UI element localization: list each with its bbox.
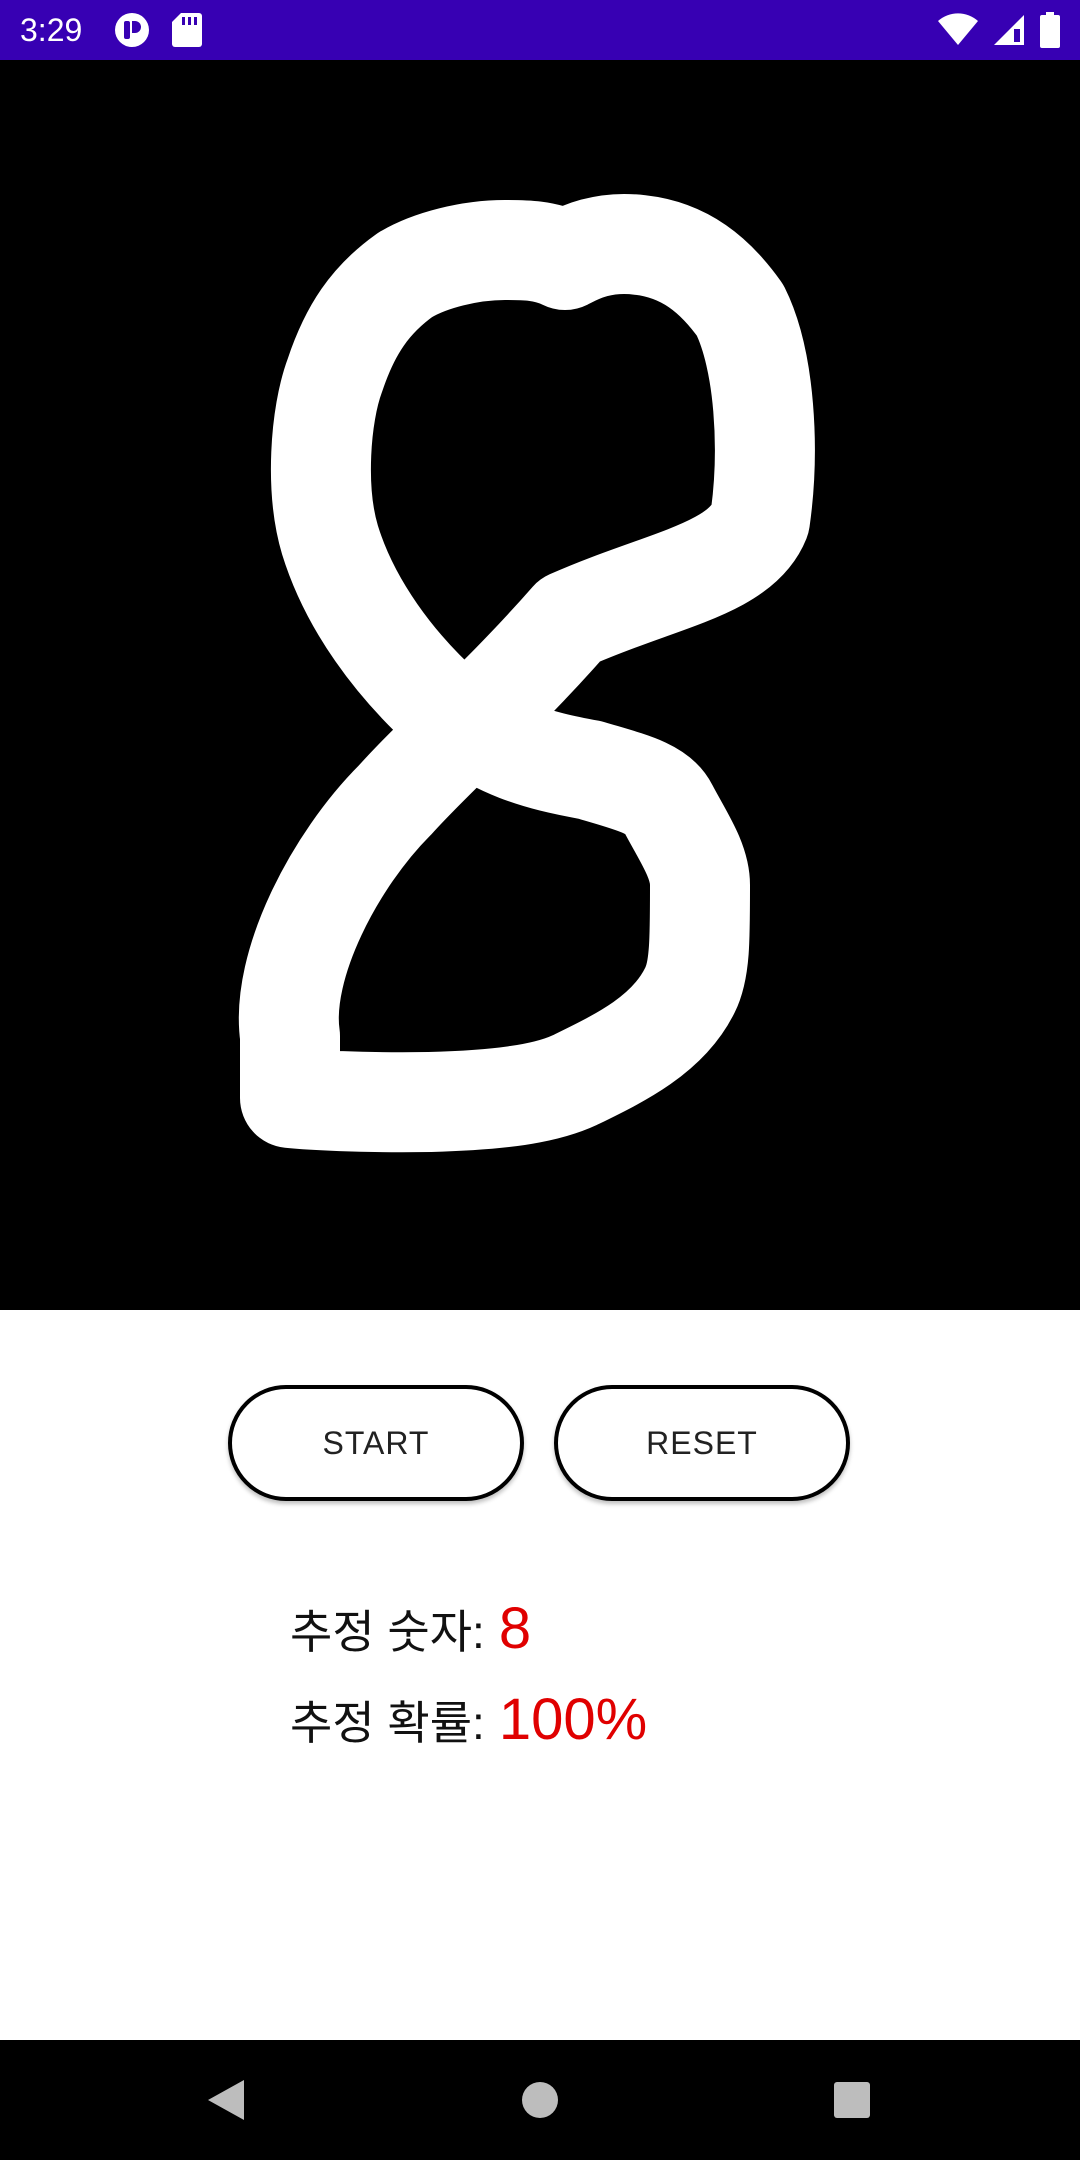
predicted-digit-row: 추정 숫자: 8 (290, 1595, 531, 1662)
predicted-probability-label: 추정 확률: (290, 1697, 485, 1749)
back-button[interactable] (196, 2070, 256, 2130)
battery-icon (1040, 12, 1060, 53)
home-icon (522, 2082, 558, 2118)
back-icon (208, 2080, 244, 2120)
predicted-digit-value: 8 (498, 1596, 532, 1661)
status-right-icons (938, 12, 1060, 53)
cell-signal-icon (992, 13, 1026, 52)
predicted-digit-label: 추정 숫자: (290, 1606, 485, 1658)
app-notification-icon (114, 12, 150, 53)
status-left-icons (114, 12, 202, 53)
drawing-canvas[interactable] (0, 60, 1080, 1310)
navigation-bar (0, 2040, 1080, 2160)
reset-button[interactable]: RESET (554, 1385, 850, 1501)
predicted-probability-row: 추정 확률: 100% (290, 1686, 647, 1753)
recents-icon (834, 2082, 870, 2118)
status-bar: 3:29 (0, 0, 1080, 60)
recents-button[interactable] (822, 2070, 882, 2130)
drawn-digit-strokes (238, 194, 815, 1153)
predicted-probability-value: 100% (498, 1687, 648, 1752)
home-button[interactable] (510, 2070, 570, 2130)
status-time: 3:29 (20, 12, 83, 48)
sd-card-icon (172, 13, 202, 52)
start-button[interactable]: START (228, 1385, 524, 1501)
wifi-icon (938, 13, 978, 52)
